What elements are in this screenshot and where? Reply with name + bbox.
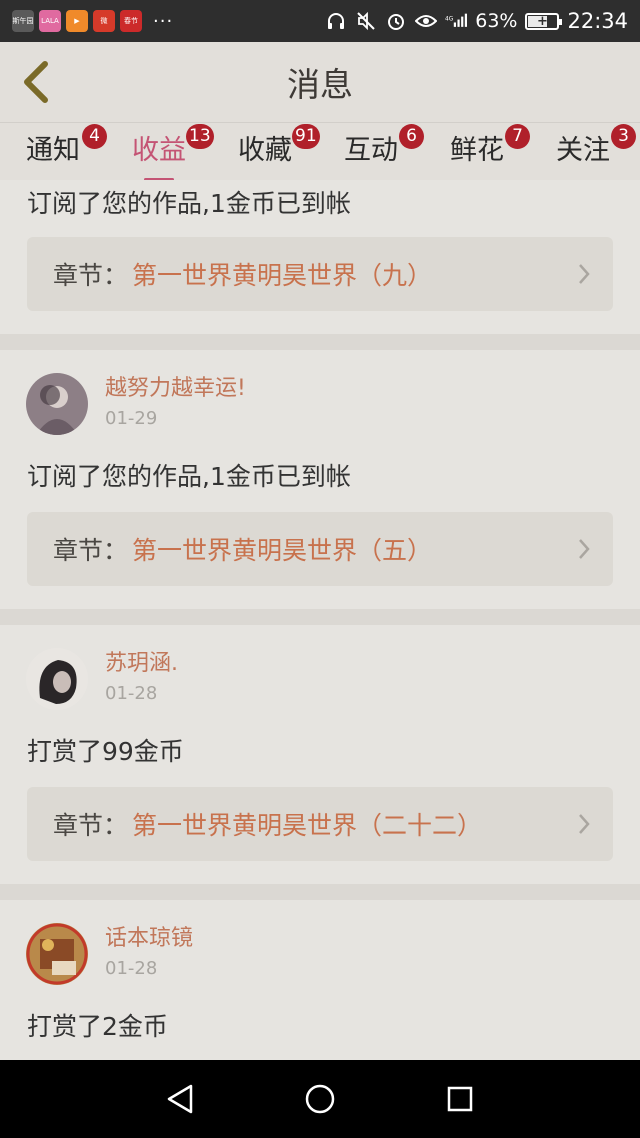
- header: 消息: [0, 42, 640, 122]
- status-bar: 斯午园 LALA ▶ 微 春节 ··· 4G 63% + 22:34: [0, 0, 640, 42]
- unread-badge: 91: [292, 124, 320, 149]
- user-name[interactable]: 越努力越幸运!: [105, 374, 246, 404]
- clock: 22:34: [567, 9, 628, 33]
- nav-home-button[interactable]: [295, 1074, 345, 1124]
- chapter-label: 章节：: [53, 811, 129, 840]
- back-button[interactable]: [14, 56, 58, 108]
- square-recents-icon: [447, 1086, 473, 1112]
- user-name[interactable]: 苏玥涵.: [105, 649, 178, 679]
- chevron-left-icon: [24, 61, 48, 103]
- nav-back-button[interactable]: [155, 1074, 205, 1124]
- tab-label: 收益: [132, 135, 186, 166]
- chapter-label: 章节：: [53, 536, 129, 565]
- message-text: 打赏了99金币: [27, 737, 184, 766]
- user-row[interactable]: 越努力越幸运! 01-29: [26, 373, 246, 435]
- list-item: 越努力越幸运! 01-29 订阅了您的作品,1金币已到帐 章节： 第一世界黄明昊…: [0, 350, 640, 609]
- divider: [0, 334, 640, 350]
- app-notification-icon: 微: [93, 10, 115, 32]
- svg-text:4G: 4G: [445, 16, 454, 22]
- page-title: 消息: [287, 65, 353, 104]
- divider: [0, 609, 640, 625]
- unread-badge: 7: [505, 124, 530, 149]
- alarm-icon: [385, 10, 407, 32]
- divider: [0, 884, 640, 900]
- chapter-title: 第一世界黄明昊世界（二十二）: [132, 811, 483, 840]
- chapter-label: 章节：: [53, 261, 129, 290]
- tab-flowers[interactable]: 鲜花 7: [450, 124, 530, 179]
- list-item: 订阅了您的作品,1金币已到帐 章节： 第一世界黄明昊世界（九）: [0, 180, 640, 334]
- circle-home-icon: [305, 1084, 335, 1114]
- signal-icon: 4G: [445, 10, 468, 32]
- message-text: 打赏了2金币: [27, 1012, 168, 1041]
- message-date: 01-28: [105, 683, 158, 704]
- chapter-link[interactable]: 章节： 第一世界黄明昊世界（二十二）: [27, 787, 613, 861]
- user-name[interactable]: 话本琼镜: [105, 924, 193, 954]
- headphones-icon: [325, 10, 347, 32]
- avatar[interactable]: [26, 648, 88, 710]
- tab-notifications[interactable]: 通知 4: [26, 124, 107, 179]
- chapter-link[interactable]: 章节： 第一世界黄明昊世界（九）: [27, 237, 613, 311]
- app-notification-icon: LALA: [39, 10, 61, 32]
- notification-app-icons: 斯午园 LALA ▶ 微 春节 ···: [12, 10, 173, 32]
- message-date: 01-29: [105, 408, 158, 429]
- message-text: 订阅了您的作品,1金币已到帐: [27, 462, 351, 491]
- tab-following[interactable]: 关注 3: [556, 124, 636, 179]
- unread-badge: 13: [186, 124, 214, 149]
- list-item: 苏玥涵. 01-28 打赏了99金币 章节： 第一世界黄明昊世界（二十二）: [0, 625, 640, 884]
- list-item: 话本琼镜 01-28 打赏了2金币: [0, 900, 640, 1060]
- unread-badge: 6: [399, 124, 424, 149]
- avatar[interactable]: [26, 923, 88, 985]
- tab-label: 鲜花: [450, 135, 504, 166]
- chevron-right-icon: [579, 814, 590, 834]
- more-notifications-icon: ···: [153, 10, 174, 32]
- message-text: 订阅了您的作品,1金币已到帐: [27, 189, 351, 218]
- chapter-title: 第一世界黄明昊世界（五）: [132, 536, 433, 565]
- message-list: 订阅了您的作品,1金币已到帐 章节： 第一世界黄明昊世界（九） 越努力越幸运! …: [0, 180, 640, 1060]
- triangle-back-icon: [167, 1084, 193, 1114]
- tab-label: 关注: [556, 135, 610, 166]
- tab-label: 互动: [344, 135, 398, 166]
- message-tabs: 通知 4 收益 13 收藏 91 互动 6 鲜花 7 关注 3: [0, 122, 640, 181]
- nav-recents-button[interactable]: [435, 1074, 485, 1124]
- tab-interactions[interactable]: 互动 6: [344, 124, 424, 179]
- tab-earnings[interactable]: 收益 13: [132, 124, 214, 181]
- app-notification-icon: ▶: [66, 10, 88, 32]
- mute-icon: [355, 10, 377, 32]
- user-row[interactable]: 话本琼镜 01-28: [26, 923, 193, 985]
- unread-badge: 4: [82, 124, 107, 149]
- unread-badge: 3: [611, 124, 636, 149]
- chevron-right-icon: [579, 264, 590, 284]
- message-date: 01-28: [105, 958, 158, 979]
- app-notification-icon: 斯午园: [12, 10, 34, 32]
- eye-icon: [415, 10, 438, 32]
- chevron-right-icon: [579, 539, 590, 559]
- user-row[interactable]: 苏玥涵. 01-28: [26, 648, 178, 710]
- tab-label: 收藏: [238, 135, 292, 166]
- tab-favorites[interactable]: 收藏 91: [238, 124, 320, 179]
- system-navigation-bar: [0, 1060, 640, 1138]
- battery-icon: +: [525, 12, 563, 30]
- app-notification-icon: 春节: [120, 10, 142, 32]
- chapter-link[interactable]: 章节： 第一世界黄明昊世界（五）: [27, 512, 613, 586]
- battery-percent: 63%: [475, 10, 518, 32]
- avatar[interactable]: [26, 373, 88, 435]
- tab-label: 通知: [26, 135, 80, 166]
- chapter-title: 第一世界黄明昊世界（九）: [132, 261, 433, 290]
